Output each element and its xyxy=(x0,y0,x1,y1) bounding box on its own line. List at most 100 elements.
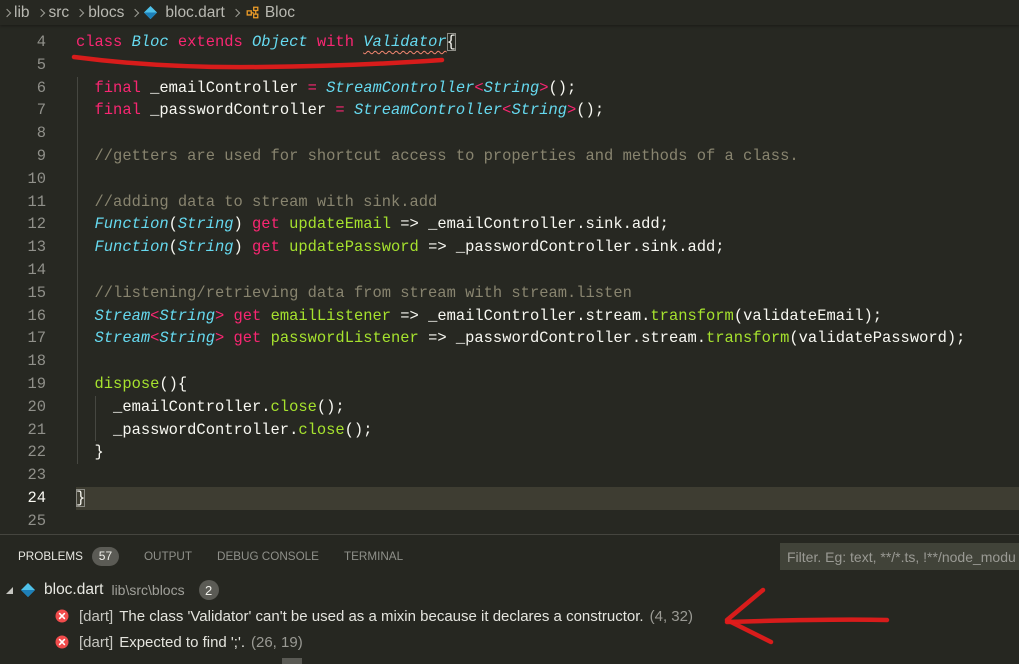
problems-file-group[interactable]: bloc.dart lib\src\blocs 2 xyxy=(0,578,1019,602)
code-token: (validateEmail); xyxy=(733,306,883,325)
breadcrumb-item-src[interactable]: src xyxy=(49,4,70,22)
code-line[interactable]: 7 final _passwordController = StreamCont… xyxy=(0,99,1019,122)
breadcrumb-item-blocs[interactable]: blocs xyxy=(88,4,124,22)
line-content[interactable]: dispose(){ xyxy=(76,373,1019,396)
problem-item[interactable]: [dart] The class 'Validator' can't be us… xyxy=(0,604,1019,628)
code-line[interactable]: 16 Stream<String> get emailListener => _… xyxy=(0,305,1019,328)
line-content[interactable]: Function(String) get updateEmail => _ema… xyxy=(76,213,1019,236)
line-content[interactable]: _passwordController.close(); xyxy=(76,419,1019,442)
code-line[interactable]: 8 xyxy=(0,122,1019,145)
code-line[interactable]: 25 xyxy=(0,510,1019,533)
chevron-right-icon xyxy=(228,0,244,25)
line-content[interactable]: Function(String) get updatePassword => _… xyxy=(76,236,1019,259)
line-content[interactable]: //getters are used for shortcut access t… xyxy=(76,145,1019,168)
line-number: 4 xyxy=(36,33,46,51)
line-content[interactable] xyxy=(76,168,1019,191)
tab-output[interactable]: OUTPUT xyxy=(144,543,192,569)
code-token: => _emailController.sink.add; xyxy=(391,215,669,234)
code-line[interactable]: 14 xyxy=(0,259,1019,282)
problems-filter-input[interactable] xyxy=(780,543,1019,570)
line-content[interactable] xyxy=(76,122,1019,145)
line-content[interactable]: //listening/retrieving data from stream … xyxy=(76,282,1019,305)
code-line[interactable]: 6 final _emailController = StreamControl… xyxy=(0,77,1019,100)
code-token: = xyxy=(335,101,345,120)
code-token: (validatePassword); xyxy=(789,329,966,348)
code-line[interactable]: 22 } xyxy=(0,441,1019,464)
breadcrumb-item-file[interactable]: bloc.dart xyxy=(165,4,224,22)
code-line[interactable]: 19 dispose(){ xyxy=(0,373,1019,396)
line-content[interactable] xyxy=(76,259,1019,282)
problem-item[interactable]: [dart] Expected to find ';'. (26, 19) xyxy=(0,630,1019,654)
code-token: emailListener xyxy=(270,306,392,325)
code-token: => _emailController.stream. xyxy=(391,306,651,325)
code-line[interactable]: 4 class Bloc extends Object with Validato… xyxy=(0,31,1019,54)
code-line[interactable]: 18 xyxy=(0,350,1019,373)
line-number: 21 xyxy=(27,420,46,439)
code-line[interactable]: 15 //listening/retrieving data from stre… xyxy=(0,282,1019,305)
problem-message: The class 'Validator' can't be used as a… xyxy=(119,607,644,625)
matching-bracket: } xyxy=(76,488,86,507)
chevron-right-icon xyxy=(127,0,143,25)
panel-scrollbar-thumb[interactable] xyxy=(282,658,302,664)
line-content[interactable]: //adding data to stream with sink.add xyxy=(76,191,1019,214)
code-line[interactable]: 5 xyxy=(0,54,1019,77)
problem-file-count-badge: 2 xyxy=(198,580,219,600)
tab-debug-console[interactable]: DEBUG CONSOLE xyxy=(217,543,319,569)
error-icon xyxy=(55,635,69,649)
line-content[interactable]: _emailController.close(); xyxy=(76,396,1019,419)
code-line[interactable]: 9 //getters are used for shortcut access… xyxy=(0,145,1019,168)
code-token: String xyxy=(483,78,540,97)
problems-count-badge: 57 xyxy=(91,546,119,566)
line-number: 20 xyxy=(27,397,46,416)
code-line[interactable]: 17 Stream<String> get passwordListener =… xyxy=(0,327,1019,350)
line-content[interactable]: final _emailController = StreamControlle… xyxy=(76,77,1019,100)
tab-label: TERMINAL xyxy=(343,549,404,563)
line-content[interactable]: Stream<String> get passwordListener => _… xyxy=(76,327,1019,350)
code-token: String xyxy=(177,215,234,234)
code-line[interactable]: 21 _passwordController.close(); xyxy=(0,419,1019,442)
line-content[interactable]: final _passwordController = StreamContro… xyxy=(76,99,1019,122)
code-token: close xyxy=(298,420,345,439)
code-token: get xyxy=(233,306,262,325)
breadcrumb-item-lib[interactable]: lib xyxy=(14,4,30,22)
code-line[interactable]: 10 xyxy=(0,168,1019,191)
line-number: 16 xyxy=(27,306,46,325)
tab-terminal[interactable]: TERMINAL xyxy=(344,543,403,569)
line-number: 19 xyxy=(27,374,46,393)
code-token: Stream xyxy=(94,306,151,325)
line-content[interactable]: Stream<String> get emailListener => _ema… xyxy=(76,305,1019,328)
code-line-current[interactable]: 24} xyxy=(0,486,1019,510)
code-editor[interactable]: 4 class Bloc extends Object with Validato… xyxy=(0,25,1019,534)
line-content[interactable] xyxy=(76,510,1019,533)
chevron-right-icon xyxy=(33,0,49,25)
code-line[interactable]: 23 xyxy=(0,464,1019,487)
breadcrumb-item-symbol[interactable]: Bloc xyxy=(265,4,295,22)
code-token: > xyxy=(214,306,225,325)
code-token: ) xyxy=(233,215,253,234)
line-content[interactable] xyxy=(76,54,1019,77)
code-line[interactable]: 11 //adding data to stream with sink.add xyxy=(0,191,1019,214)
expanded-twistie-icon[interactable] xyxy=(0,586,20,595)
line-content[interactable]: } xyxy=(76,486,1019,510)
panel-tabs: PROBLEMS 57 OUTPUT DEBUG CONSOLE TERMINA… xyxy=(18,543,403,569)
code-line[interactable]: 12 Function(String) get updateEmail => _… xyxy=(0,213,1019,236)
line-number: 11 xyxy=(27,192,46,211)
line-content[interactable]: } xyxy=(76,441,1019,464)
line-content[interactable] xyxy=(76,350,1019,373)
line-content[interactable]: class Bloc extends Object with Validator… xyxy=(76,31,1019,54)
tab-problems[interactable]: PROBLEMS 57 xyxy=(18,543,119,569)
line-content[interactable] xyxy=(76,464,1019,487)
problem-message: Expected to find ';'. xyxy=(119,633,245,651)
code-token: _emailController. xyxy=(76,397,271,416)
code-line[interactable]: 20 _emailController.close(); xyxy=(0,396,1019,419)
code-line[interactable]: 13 Function(String) get updatePassword =… xyxy=(0,236,1019,259)
